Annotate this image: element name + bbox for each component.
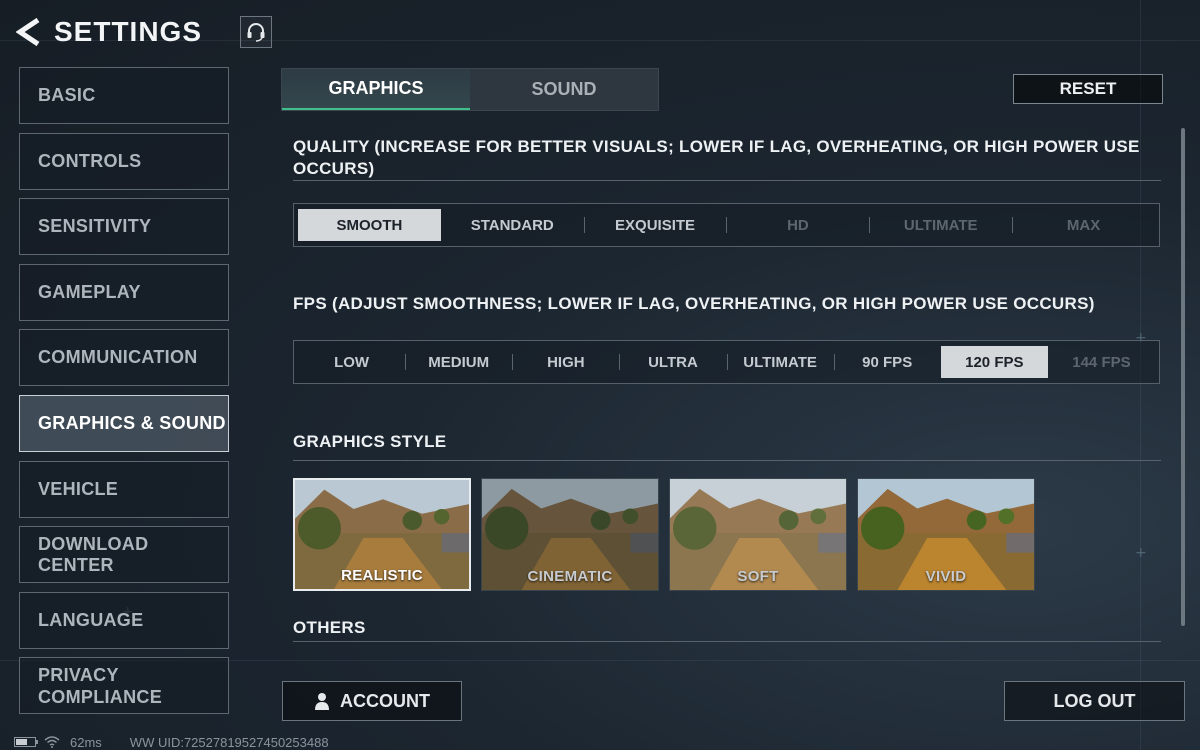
sidebar-item-label: COMMUNICATION — [38, 347, 198, 368]
fps-option-medium[interactable]: MEDIUM — [405, 346, 512, 378]
sidebar-item-download-center[interactable]: DOWNLOAD CENTER — [19, 526, 229, 584]
quality-title: QUALITY (INCREASE FOR BETTER VISUALS; LO… — [293, 136, 1140, 180]
sidebar-item-label: BASIC — [38, 85, 96, 105]
sidebar-item-label: VEHICLE — [38, 478, 119, 499]
graphics-style-list: REALISTIC CINEMATIC SOFT VIVID — [293, 478, 1035, 591]
tab-sound[interactable]: SOUND — [470, 69, 658, 110]
quality-selector: SMOOTH STANDARD EXQUISITE HD ULTIMATE MA… — [293, 203, 1160, 247]
sidebar-item-gameplay[interactable]: GAMEPLAY — [19, 263, 229, 321]
sidebar-item-label: SENSITIVITY — [38, 216, 152, 237]
others-title: OTHERS — [293, 618, 366, 637]
style-card-cinematic[interactable]: CINEMATIC — [481, 478, 659, 591]
quality-title-line1: QUALITY (INCREASE FOR BETTER VISUALS; LO… — [293, 137, 1140, 156]
fps-option-high[interactable]: HIGH — [512, 346, 619, 378]
fps-option-low[interactable]: LOW — [298, 346, 405, 378]
sidebar-item-label: DOWNLOAD CENTER — [38, 533, 149, 575]
account-button-label: ACCOUNT — [340, 690, 430, 711]
sidebar-item-controls[interactable]: CONTROLS — [19, 132, 229, 190]
fps-selector: LOW MEDIUM HIGH ULTRA ULTIMATE 90 FPS 12… — [293, 340, 1160, 384]
sidebar-item-communication[interactable]: COMMUNICATION — [19, 329, 229, 387]
divider — [293, 180, 1161, 181]
sidebar-item-label: GAMEPLAY — [38, 281, 141, 302]
quality-option-smooth[interactable]: SMOOTH — [298, 209, 441, 241]
sidebar-item-label: PRIVACY COMPLIANCE — [38, 664, 162, 708]
quality-option-exquisite[interactable]: EXQUISITE — [583, 209, 727, 241]
content-scrollbar[interactable] — [1181, 128, 1185, 626]
sidebar-item-privacy-compliance[interactable]: PRIVACY COMPLIANCE — [19, 657, 229, 715]
battery-level — [16, 739, 27, 745]
quality-option-hd[interactable]: HD — [726, 209, 869, 241]
graphics-style-title: GRAPHICS STYLE — [293, 432, 447, 451]
back-button[interactable] — [14, 12, 44, 52]
headset-icon — [247, 23, 265, 42]
fps-option-144[interactable]: 144 FPS — [1048, 346, 1155, 378]
quality-title-line2: OCCURS) — [293, 159, 375, 178]
sidebar-item-label: GRAPHICS & SOUND — [38, 412, 226, 433]
sidebar-item-language[interactable]: LANGUAGE — [19, 591, 229, 649]
quality-option-max[interactable]: MAX — [1012, 209, 1155, 241]
wifi-icon — [44, 736, 60, 748]
sidebar-item-vehicle[interactable]: VEHICLE — [19, 460, 229, 518]
style-card-label: CINEMATIC — [527, 568, 613, 585]
uid-text: WW UID:72527819527450253488 — [129, 734, 329, 750]
sidebar-item-label-line1: PRIVACY — [38, 664, 119, 685]
sidebar-item-graphics-sound[interactable]: GRAPHICS & SOUND — [19, 394, 229, 452]
fps-option-120[interactable]: 120 FPS — [940, 346, 1048, 378]
fps-option-90[interactable]: 90 FPS — [833, 346, 941, 378]
sidebar-item-sensitivity[interactable]: SENSITIVITY — [19, 198, 229, 256]
sidebar-item-basic[interactable]: BASIC — [19, 67, 229, 124]
reset-button[interactable]: RESET — [1013, 74, 1163, 104]
tab-graphics[interactable]: GRAPHICS — [282, 69, 470, 110]
sidebar-item-label-line2: COMPLIANCE — [38, 686, 162, 707]
sidebar-item-label: CONTROLS — [38, 150, 142, 171]
account-button[interactable]: ACCOUNT — [282, 681, 462, 721]
user-icon — [315, 693, 329, 710]
fps-option-ultra[interactable]: ULTRA — [619, 346, 726, 378]
logout-button[interactable]: LOG OUT — [1004, 681, 1185, 721]
divider — [293, 641, 1161, 642]
style-card-vivid[interactable]: VIVID — [857, 478, 1035, 591]
style-card-soft[interactable]: SOFT — [669, 478, 847, 591]
bg-plus-mark: + — [1135, 545, 1147, 561]
style-card-label: VIVID — [925, 568, 967, 585]
fps-title: FPS (ADJUST SMOOTHNESS; LOWER IF LAG, OV… — [293, 294, 1095, 313]
divider — [293, 460, 1161, 461]
status-bar: 62ms WW UID:72527819527450253488 — [14, 734, 329, 750]
header: SETTINGS — [14, 10, 273, 54]
style-card-label: SOFT — [737, 568, 779, 585]
back-arrow-icon — [16, 17, 40, 47]
style-card-label: REALISTIC — [341, 567, 423, 584]
sidebar-item-label: LANGUAGE — [38, 609, 144, 630]
sidebar: BASIC CONTROLS SENSITIVITY GAMEPLAY COMM… — [19, 67, 229, 723]
support-button[interactable] — [240, 16, 273, 48]
quality-option-standard[interactable]: STANDARD — [441, 209, 584, 241]
page-title: SETTINGS — [54, 16, 203, 47]
tab-bar: GRAPHICS SOUND — [281, 68, 659, 111]
battery-icon — [14, 737, 38, 747]
fps-option-ultimate[interactable]: ULTIMATE — [726, 346, 834, 378]
style-card-realistic[interactable]: REALISTIC — [293, 478, 471, 591]
quality-option-ultimate[interactable]: ULTIMATE — [869, 209, 1012, 241]
ping-value: 62ms — [70, 734, 102, 750]
